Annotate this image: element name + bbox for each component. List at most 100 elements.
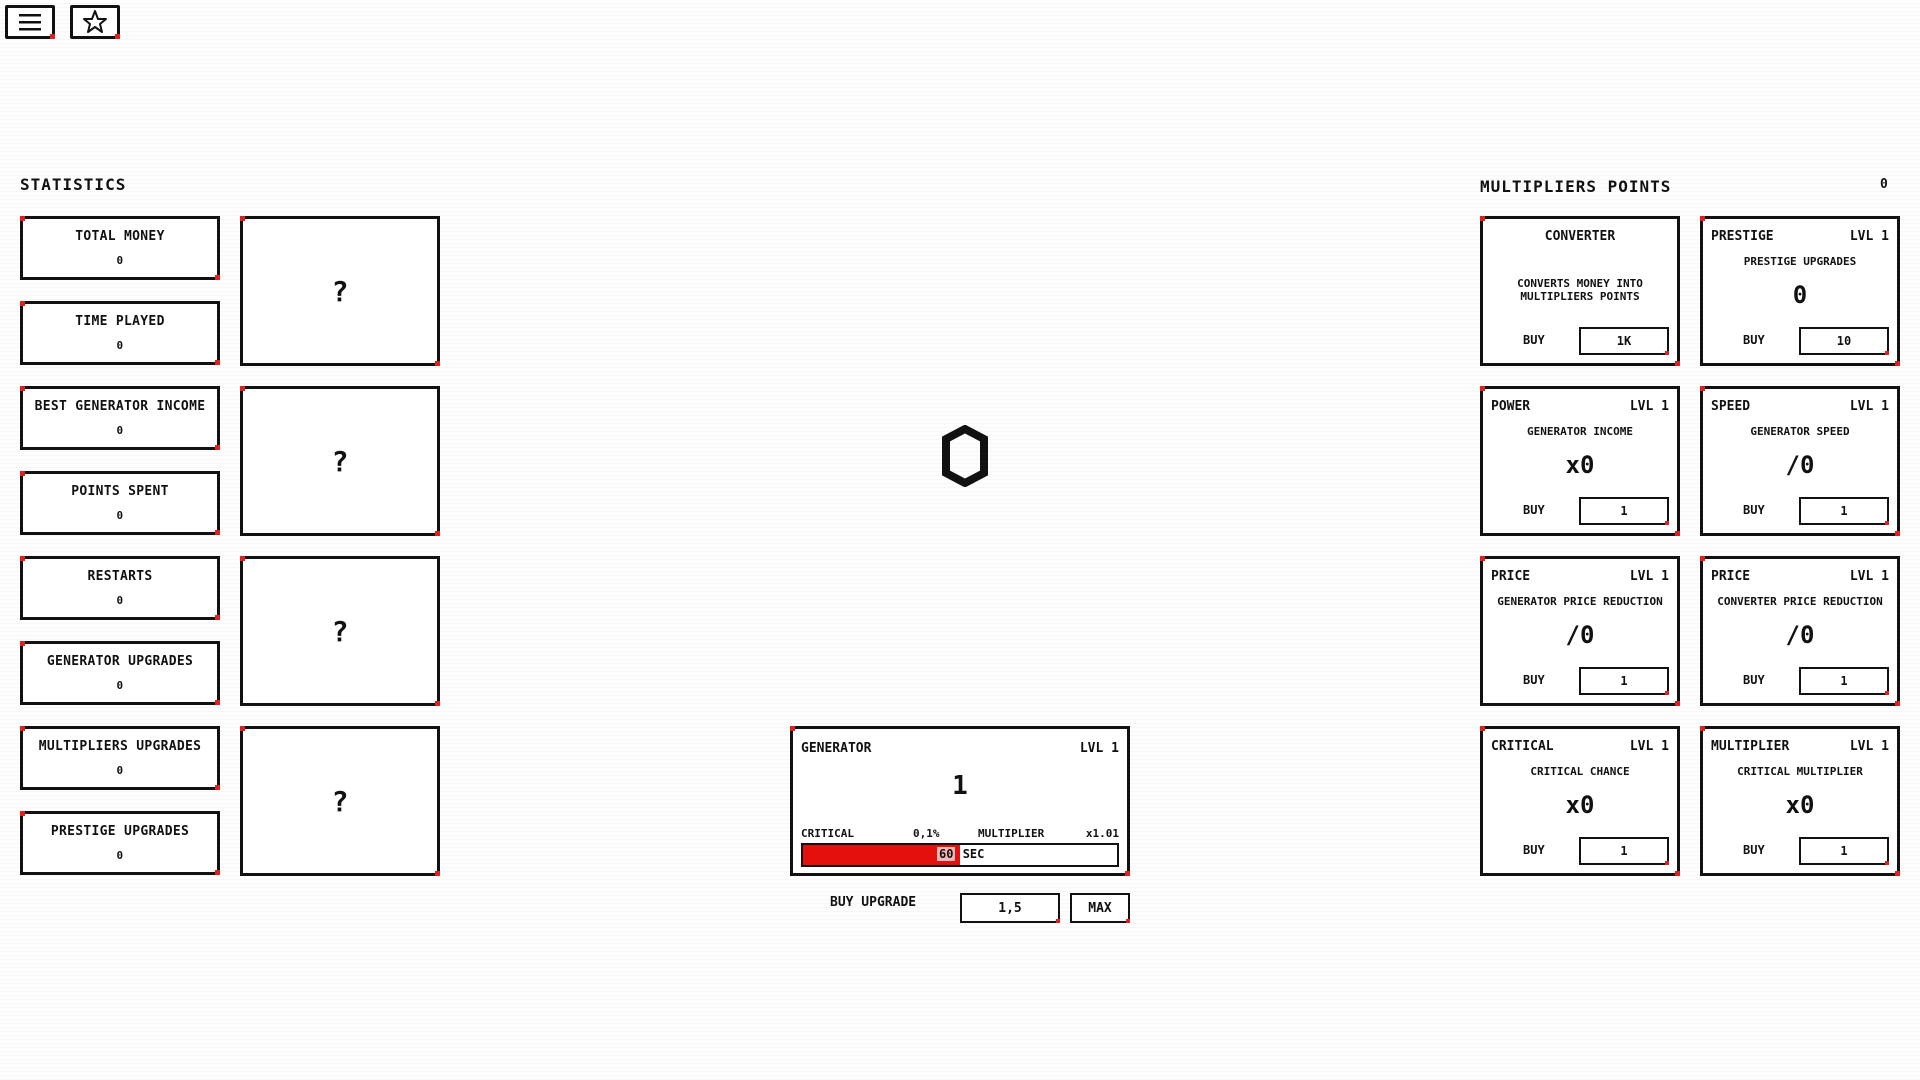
prestige-buy-button[interactable]: 10 — [1799, 327, 1889, 355]
statistics-title: STATISTICS — [20, 175, 127, 194]
card-level: LVL 1 — [1629, 569, 1669, 584]
card-buy-label: BUY — [1523, 673, 1545, 687]
card-buy-label: BUY — [1743, 673, 1765, 687]
converter-card: CONVERTER CONVERTS MONEY INTO MULTIPLIERS… — [1480, 216, 1680, 366]
card-title: CRITICAL — [1491, 739, 1554, 754]
stat-card: POINTS SPENT 0 — [20, 471, 220, 535]
speed-buy-button[interactable]: 1 — [1799, 497, 1889, 525]
stat-card: PRESTIGE UPGRADES 0 — [20, 811, 220, 875]
stat-label: POINTS SPENT — [71, 484, 169, 499]
card-title: SPEED — [1711, 399, 1751, 414]
stat-label: GENERATOR UPGRADES — [46, 654, 194, 669]
power-card: POWER LVL 1 GENERATOR INCOME x0 BUY 1 — [1480, 386, 1680, 536]
coin-icon — [942, 425, 988, 487]
generator-price-card: PRICE LVL 1 GENERATOR PRICE REDUCTION/0 BUY… — [1480, 556, 1680, 706]
stat-value: 0 — [116, 849, 124, 862]
card-level: LVL 1 — [1849, 739, 1889, 754]
card-value: x0 — [1565, 451, 1595, 479]
timer-readout: 60 SEC — [937, 847, 984, 861]
stat-value: 0 — [116, 424, 124, 437]
card-subtitle: PRESTIGE UPGRADES — [1743, 255, 1857, 268]
stat-value: 0 — [116, 764, 124, 777]
power-buy-button[interactable]: 1 — [1579, 497, 1669, 525]
card-subtitle: CONVERTS MONEY INTO MULTIPLIERS POINTS — [1517, 277, 1643, 303]
stat-label: RESTARTS — [87, 569, 153, 584]
multiplier-value: x1.01 — [1085, 827, 1119, 840]
card-buy-label: BUY — [1743, 503, 1765, 517]
locked-slot[interactable]: ? — [240, 556, 440, 706]
card-subtitle: CONVERTER PRICE REDUCTION — [1717, 595, 1883, 608]
card-value: x0 — [1785, 791, 1815, 819]
stat-value: 0 — [116, 339, 124, 352]
card-level: LVL 1 — [1629, 739, 1669, 754]
stat-label: TOTAL MONEY — [75, 229, 165, 244]
favorite-button[interactable] — [70, 5, 120, 39]
hamburger-menu-icon — [19, 14, 41, 31]
card-level: LVL 1 — [1849, 399, 1889, 414]
card-title: PRICE — [1711, 569, 1751, 584]
card-value: /0 — [1565, 621, 1595, 649]
stat-label: BEST GENERATOR INCOME — [34, 399, 206, 414]
card-buy-label: BUY — [1743, 843, 1765, 857]
stat-card: TIME PLAYED 0 — [20, 301, 220, 365]
locked-slot[interactable]: ? — [240, 386, 440, 536]
generator-level: LVL 1 — [1079, 741, 1119, 756]
card-value: x0 — [1565, 791, 1595, 819]
generator-value: 1 — [952, 771, 968, 801]
card-value: /0 — [1785, 451, 1815, 479]
card-value: /0 — [1785, 621, 1815, 649]
multipliers-points-title: MULTIPLIERS POINTS — [1480, 177, 1672, 196]
speed-card: SPEED LVL 1 GENERATOR SPEED/0 BUY 1 — [1700, 386, 1900, 536]
critical-multiplier-buy-button[interactable]: 1 — [1799, 837, 1889, 865]
converter-buy-button[interactable]: 1K — [1579, 327, 1669, 355]
stat-label: TIME PLAYED — [75, 314, 165, 329]
card-level: LVL 1 — [1629, 399, 1669, 414]
buy-upgrade-label: BUY UPGRADE — [830, 895, 917, 910]
card-title: POWER — [1491, 399, 1531, 414]
card-level: LVL 1 — [1849, 569, 1889, 584]
stat-card: MULTIPLIERS UPGRADES 0 — [20, 726, 220, 790]
card-buy-label: BUY — [1523, 843, 1545, 857]
stat-value: 0 — [116, 509, 124, 522]
stat-card: BEST GENERATOR INCOME 0 — [20, 386, 220, 450]
generator-price-buy-button[interactable]: 1 — [1579, 667, 1669, 695]
card-subtitle: GENERATOR PRICE REDUCTION — [1497, 595, 1663, 608]
card-buy-label: BUY — [1523, 333, 1545, 347]
generator-panel[interactable]: GENERATOR LVL 1 1 CRITICAL 0,1% MULTIPLI… — [790, 726, 1130, 876]
timer-value: 60 — [937, 847, 956, 861]
critical-chance-buy-button[interactable]: 1 — [1579, 837, 1669, 865]
card-subtitle: CRITICAL MULTIPLIER — [1737, 765, 1863, 778]
stat-value: 0 — [116, 679, 124, 692]
card-title: PRESTIGE — [1711, 229, 1774, 244]
max-button[interactable]: MAX — [1070, 893, 1130, 923]
stat-value: 0 — [116, 254, 124, 267]
buy-upgrade-button[interactable]: 1,5 — [960, 893, 1060, 923]
card-title: MULTIPLIER — [1711, 739, 1790, 754]
multipliers-points-value: 0 — [1880, 177, 1889, 192]
multiplier-label: MULTIPLIER — [978, 827, 1045, 840]
card-buy-label: BUY — [1523, 503, 1545, 517]
prestige-card: PRESTIGE LVL 1 PRESTIGE UPGRADES 0 BUY 10 — [1700, 216, 1900, 366]
converter-price-buy-button[interactable]: 1 — [1799, 667, 1889, 695]
converter-price-card: PRICE LVL 1 CONVERTER PRICE REDUCTION/0 BUY… — [1700, 556, 1900, 706]
card-subtitle: CRITICAL CHANCE — [1530, 765, 1630, 778]
card-value: 0 — [1792, 281, 1808, 309]
card-subtitle: GENERATOR SPEED — [1750, 425, 1850, 438]
critical-multiplier-card: MULTIPLIER LVL 1 CRITICAL MULTIPLIER x0 BUY 1 — [1700, 726, 1900, 876]
stat-card: GENERATOR UPGRADES 0 — [20, 641, 220, 705]
menu-button[interactable] — [5, 5, 55, 39]
card-title: CONVERTER — [1544, 229, 1616, 244]
locked-slot[interactable]: ? — [240, 726, 440, 876]
generator-progress-bar: 60 SEC — [801, 843, 1119, 867]
generator-title: GENERATOR — [801, 741, 872, 756]
card-buy-label: BUY — [1743, 333, 1765, 347]
stat-value: 0 — [116, 594, 124, 607]
stat-card: TOTAL MONEY 0 — [20, 216, 220, 280]
timer-unit: SEC — [962, 847, 985, 861]
stat-label: MULTIPLIERS UPGRADES — [38, 739, 202, 754]
card-level: LVL 1 — [1849, 229, 1889, 244]
locked-slot[interactable]: ? — [240, 216, 440, 366]
stat-card: RESTARTS 0 — [20, 556, 220, 620]
stat-label: PRESTIGE UPGRADES — [50, 824, 190, 839]
critical-label: CRITICAL — [801, 827, 854, 840]
